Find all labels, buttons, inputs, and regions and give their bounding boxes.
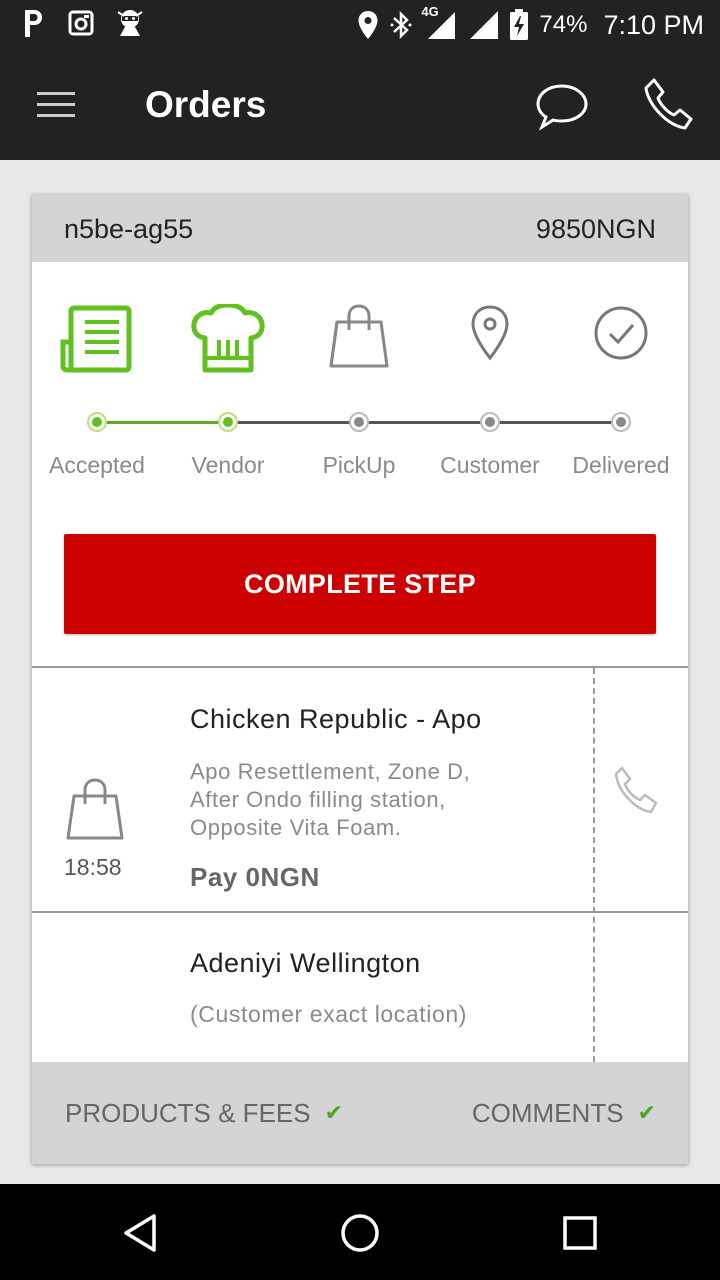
customer-location[interactable]: (Customer exact location) [190,1001,467,1028]
home-circle-icon [341,1214,379,1252]
vendor-time: 18:58 [64,854,122,880]
products-fees-label: PRODUCTS & FEES [65,1097,311,1128]
call-button[interactable] [642,76,698,134]
step-dot [349,412,369,432]
order-card-header: n5be-ag55 9850NGN [32,194,688,262]
camera-notification-icon [68,10,94,36]
step-label: Customer [440,452,540,478]
back-button[interactable] [116,1208,166,1258]
step-accepted[interactable]: Accepted [32,262,162,492]
step-delivered[interactable]: Delivered [556,262,686,492]
comments-tab[interactable]: COMMENTS ✔ [472,1062,656,1164]
bluetooth-icon [390,10,412,40]
chat-button[interactable] [533,80,591,132]
order-list-icon [60,305,132,373]
location-status-icon [358,11,378,39]
back-triangle-icon [124,1214,156,1252]
step-pickup[interactable]: PickUp [294,262,424,492]
home-button[interactable] [335,1208,385,1258]
vendor-name: Chicken Republic - Apo [190,704,482,734]
step-dot [480,412,500,432]
order-card-footer: PRODUCTS & FEES ✔ COMMENTS ✔ [32,1062,688,1164]
complete-step-button[interactable]: COMPLETE STEP [64,534,656,634]
call-vendor-button[interactable] [612,764,666,818]
step-label: Accepted [49,452,145,478]
battery-charging-icon [510,9,529,40]
network-type: 4G [421,4,439,19]
phone-icon [614,766,658,814]
vendor-address: Apo Resettlement, Zone D, After Ondo fil… [190,758,550,842]
divider [32,666,688,668]
step-dot [611,412,631,432]
order-id: n5be-ag55 [64,214,194,244]
order-card: n5be-ag55 9850NGN Accepted Vendor PickUp… [32,194,688,1164]
shopping-bag-icon [66,778,124,840]
status-bar: 4G 74% 7:10 PM [0,0,720,50]
vertical-dashed-divider [593,668,595,1062]
step-label: Delivered [572,452,670,478]
chef-hat-icon [191,304,265,373]
shopping-bag-icon [329,304,389,368]
comments-label: COMMENTS [471,1097,624,1128]
vendor-pay: Pay 0NGN [190,862,320,892]
products-fees-tab[interactable]: PRODUCTS & FEES ✔ [65,1062,343,1164]
order-progress-stepper: Accepted Vendor PickUp Customer Delivere… [32,262,688,492]
check-circle-icon [594,306,648,360]
address-line: Apo Resettlement, Zone D, [190,759,471,784]
app-bar: Orders [0,50,720,160]
clock: 7:10 PM [603,9,704,40]
divider [32,911,688,913]
hamburger-menu-icon [37,92,75,117]
address-line: After Ondo filling station, [190,787,446,812]
address-line: Opposite Vita Foam. [190,815,402,840]
recents-square-icon [563,1216,597,1250]
ninja-notification-icon [117,10,143,36]
cellular-4g-icon: 4G [421,4,457,40]
customer-name: Adeniyi Wellington [190,948,421,978]
step-label: PickUp [322,452,396,478]
check-icon: ✔ [324,1100,344,1125]
page-title: Orders [145,84,267,125]
step-vendor[interactable]: Vendor [163,262,293,492]
battery-percent: 74% [539,11,588,38]
step-customer[interactable]: Customer [425,262,555,492]
recents-button[interactable] [555,1208,605,1258]
step-dot [218,412,238,432]
location-pin-icon [471,305,509,361]
check-icon: ✔ [637,1100,656,1125]
phone-icon [644,78,693,130]
step-label: Vendor [191,452,265,478]
chat-bubble-icon [536,84,588,131]
signal-icon [470,11,499,39]
step-dot [87,412,107,432]
order-total: 9850NGN [535,214,656,244]
parking-notification-icon [25,10,42,37]
menu-button[interactable] [30,82,82,128]
system-nav-bar [0,1184,720,1280]
